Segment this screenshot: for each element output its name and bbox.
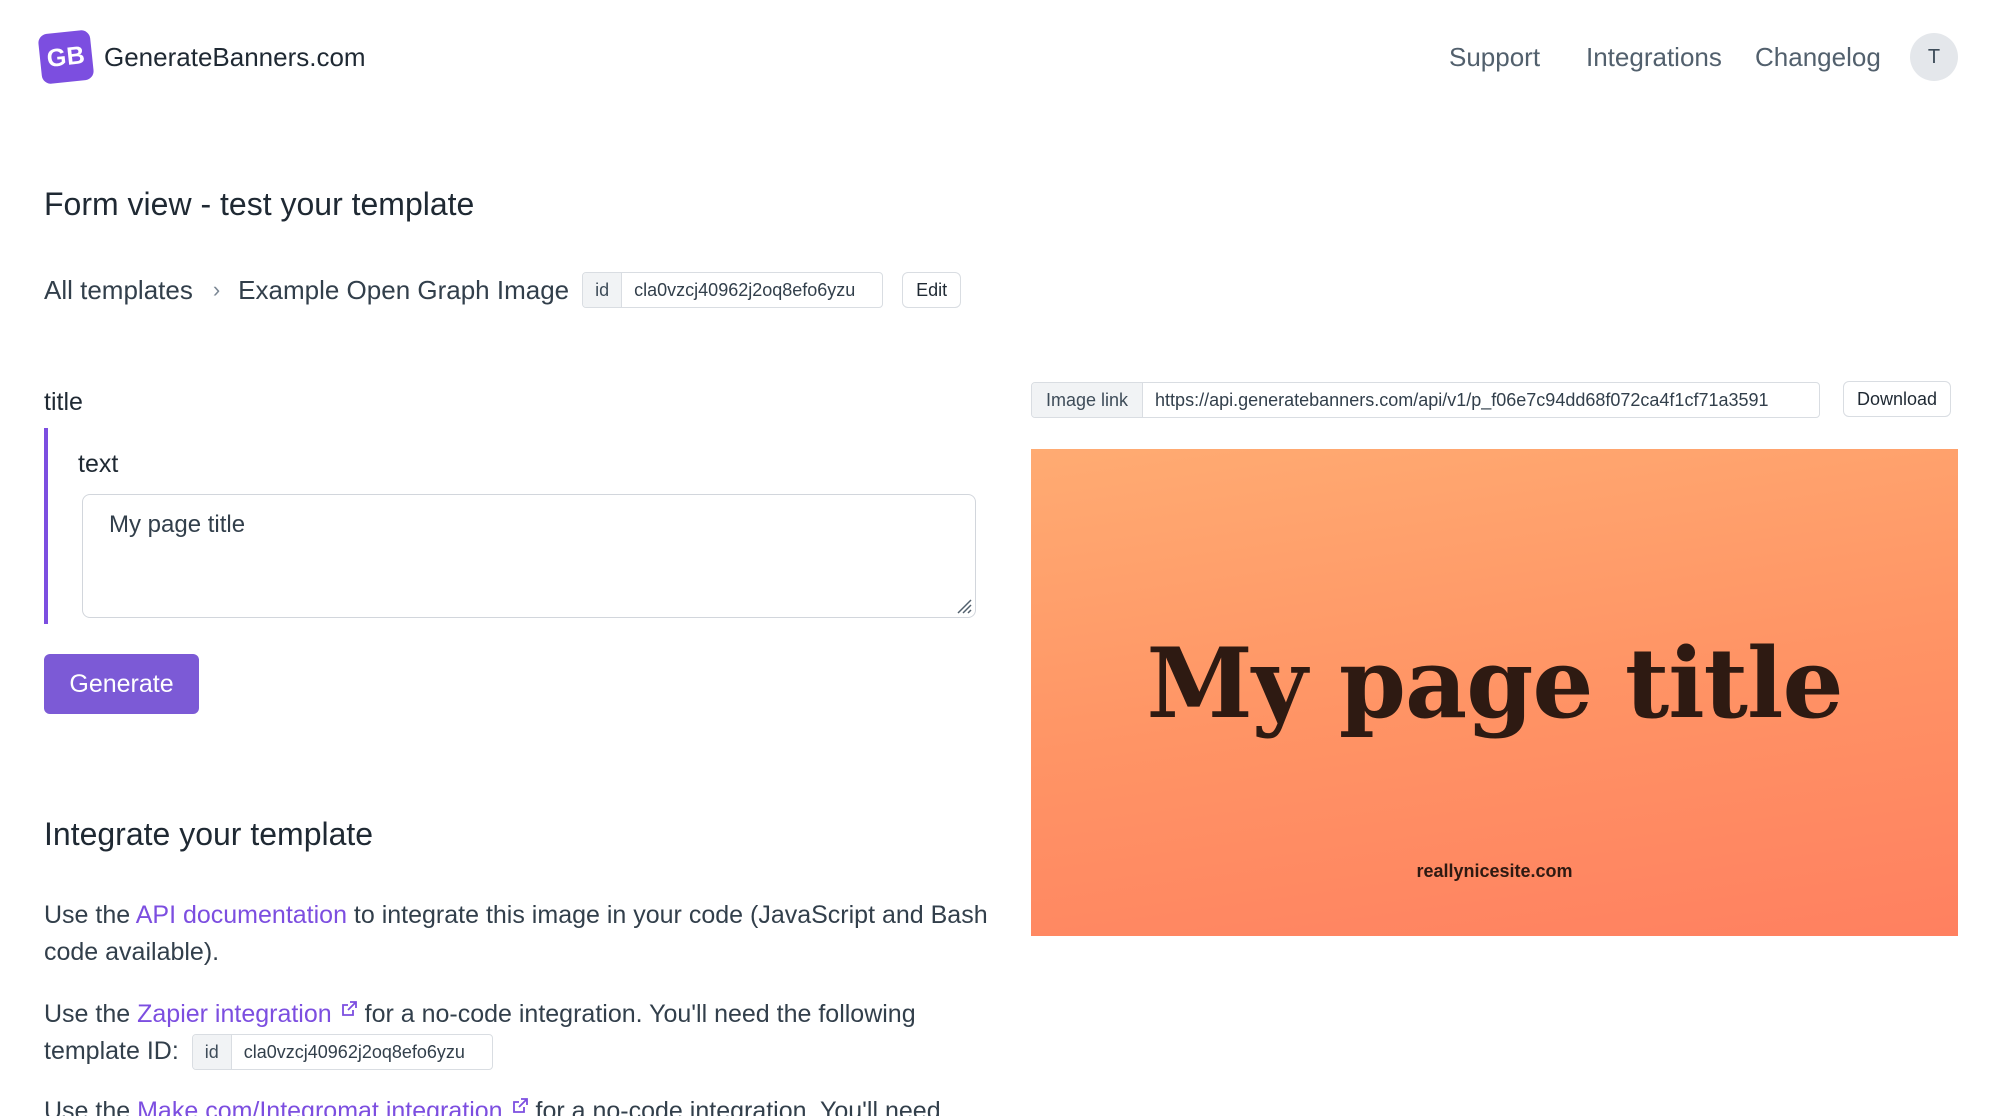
breadcrumb: All templates › Example Open Graph Image… — [44, 272, 962, 308]
logo-text[interactable]: GenerateBanners.com — [104, 42, 366, 73]
top-header: GB GenerateBanners.com Support Integrati… — [0, 0, 2000, 116]
preview-site: reallynicesite.com — [1416, 861, 1573, 881]
page-title: Form view - test your template — [44, 186, 475, 222]
make-suffix: for a no-code integration. You'll need — [528, 1097, 941, 1116]
text-input-value: My page title — [109, 511, 246, 538]
breadcrumb-all-templates[interactable]: All templates — [44, 275, 193, 306]
zapier-template-id-field[interactable]: id cla0vzcj40962j2oq8efo6yzu — [191, 1034, 493, 1071]
breadcrumb-template-name: Example Open Graph Image — [238, 274, 570, 305]
nav-integrations[interactable]: Integrations — [1586, 42, 1722, 73]
image-link-tag: Image link — [1032, 383, 1144, 417]
field-label-text: text — [78, 450, 119, 478]
field-label-title: title — [44, 388, 83, 416]
zapier-template-id-value[interactable]: cla0vzcj40962j2oq8efo6yzu — [232, 1035, 492, 1069]
user-avatar[interactable]: T — [1910, 33, 1958, 81]
zapier-prefix: Use the — [44, 1000, 138, 1028]
image-link-field[interactable]: Image link https://api.generatebanners.c… — [1031, 382, 1821, 418]
external-link-icon[interactable] — [511, 1097, 529, 1115]
nav-support[interactable]: Support — [1449, 42, 1540, 73]
integrate-title: Integrate your template — [44, 816, 374, 852]
api-prefix: Use the — [44, 901, 136, 929]
title-field-group: text My page title — [44, 428, 976, 624]
zapier-integration-link[interactable]: Zapier integration — [137, 1000, 332, 1028]
api-paragraph: Use the API documentation to integrate t… — [44, 897, 1004, 971]
resize-grip-icon[interactable] — [954, 596, 972, 614]
template-id-field[interactable]: id cla0vzcj40962j2oq8efo6yzu — [582, 272, 884, 308]
make-integration-link[interactable]: Make.com/Integromat integration — [137, 1097, 502, 1116]
zapier-paragraph: Use the Zapier integration for a no-code… — [44, 996, 1004, 1071]
download-button[interactable]: Download — [1843, 381, 1952, 417]
banner-preview: My page title reallynicesite.com — [1031, 449, 1958, 936]
text-input[interactable]: My page title — [82, 494, 976, 618]
make-prefix: Use the — [44, 1097, 138, 1116]
id-tag: id — [192, 1035, 232, 1070]
id-tag: id — [583, 273, 623, 307]
external-link-icon[interactable] — [340, 1000, 358, 1018]
logo-mark[interactable]: GB — [37, 29, 95, 85]
chevron-right-icon: › — [212, 277, 221, 302]
make-paragraph: Use the Make.com/Integromat integration … — [44, 1093, 1004, 1116]
image-link-bar: Image link https://api.generatebanners.c… — [1031, 382, 1821, 418]
api-documentation-link[interactable]: API documentation — [136, 901, 347, 929]
image-link-url[interactable]: https://api.generatebanners.com/api/v1/p… — [1143, 383, 1819, 417]
template-id-value[interactable]: cla0vzcj40962j2oq8efo6yzu — [622, 273, 882, 307]
nav-changelog[interactable]: Changelog — [1755, 42, 1881, 73]
generate-button[interactable]: Generate — [44, 654, 199, 714]
preview-title: My page title — [1146, 627, 1843, 740]
edit-button[interactable]: Edit — [902, 272, 962, 308]
